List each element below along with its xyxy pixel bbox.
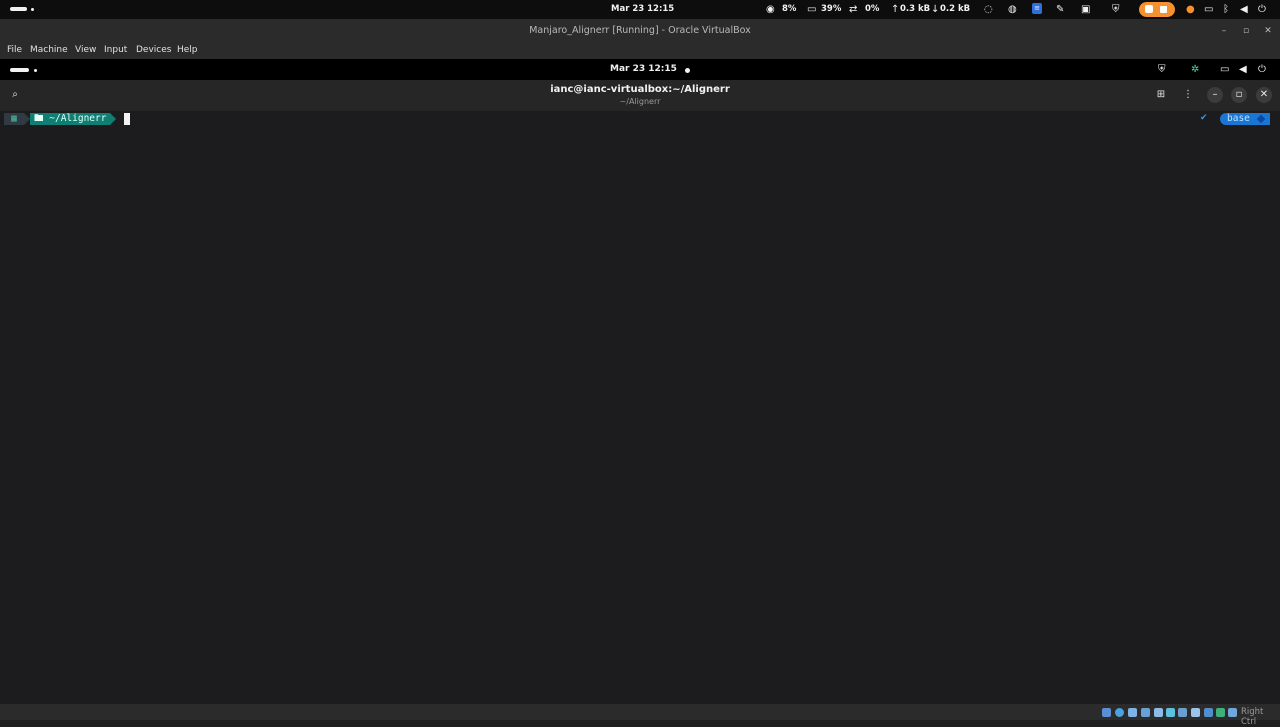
shield-icon[interactable]: ⛨ (1112, 4, 1120, 15)
term-minimize-icon[interactable]: – (1207, 87, 1223, 103)
keyboard-icon[interactable] (1228, 708, 1237, 717)
mouse-integration-icon[interactable] (1216, 708, 1225, 717)
arrow-up-icon: ↑ (891, 4, 900, 15)
minimize-button[interactable]: – (1217, 24, 1231, 38)
monitor-icon: ▭ (807, 4, 817, 15)
menu-kebab-icon[interactable]: ⋮ (1180, 87, 1196, 103)
vbox-status-bar: Right Ctrl (0, 704, 1280, 727)
activities-indicator[interactable] (10, 7, 27, 11)
usb-icon[interactable] (1154, 708, 1163, 717)
conda-env-name: base (1227, 113, 1250, 124)
window-title: Manjaro_Alignerr [Running] - Oracle Virt… (529, 25, 751, 36)
net-download: 0.2 kB (940, 4, 971, 14)
menu-input[interactable]: Input (104, 45, 127, 55)
audio-icon[interactable] (1128, 708, 1137, 717)
guest-display-icon[interactable]: ▭ (1220, 64, 1229, 75)
terminal-headerbar: ⌕ ianc@ianc-virtualbox:~/Alignerr ~/Alig… (0, 80, 1280, 111)
close-button[interactable]: ✕ (1261, 24, 1275, 38)
guest-activities-indicator[interactable] (10, 68, 29, 72)
volume-icon[interactable]: ◀ (1240, 4, 1248, 15)
clipboard-icon[interactable]: ▣ (1081, 4, 1090, 15)
guest-shield-icon[interactable]: ⛨ (1158, 64, 1166, 75)
vbox-title-bar: Manjaro_Alignerr [Running] - Oracle Virt… (0, 19, 1280, 43)
guest-clock[interactable]: Mar 23 12:15 (610, 64, 677, 74)
notes-icon[interactable]: ≡ (1032, 3, 1042, 14)
notification-dot (685, 68, 690, 73)
swap-usage: 0% (865, 4, 880, 14)
network-icon[interactable] (1141, 708, 1150, 717)
new-tab-icon[interactable]: ⊞ (1153, 87, 1169, 103)
microphone-icon[interactable]: ● (1186, 4, 1195, 15)
pen-icon[interactable]: ✎ (1056, 4, 1064, 15)
status-check-icon: ✔ (1200, 113, 1208, 123)
python-icon (1256, 114, 1266, 124)
menu-help[interactable]: Help (177, 45, 198, 55)
prompt-os-segment: ▦ (4, 113, 24, 125)
folder-icon: 🖿 (34, 113, 44, 124)
prompt-directory: ~/Alignerr (49, 113, 107, 124)
host-key-label: Right Ctrl (1241, 707, 1264, 727)
shared-folders-icon[interactable] (1166, 708, 1175, 717)
guest-extension-icon[interactable]: ✲ (1191, 64, 1199, 75)
prompt-dir-segment: 🖿 ~/Alignerr (30, 113, 110, 125)
terminal-cursor (124, 113, 130, 125)
cpu-status-icon[interactable] (1204, 708, 1213, 717)
discord-icon[interactable]: ◍ (1008, 4, 1017, 15)
power-icon[interactable]: ⏻ (1258, 4, 1266, 15)
recording-status-icon[interactable] (1191, 708, 1200, 717)
net-upload: 0.3 kB (900, 4, 931, 14)
arrow-down-icon: ↓ (931, 4, 940, 15)
menu-view[interactable]: View (75, 45, 96, 55)
prompt-separator (110, 113, 116, 125)
terminal-body[interactable]: ▦ 🖿 ~/Alignerr ✔ base (0, 111, 1280, 704)
guest-top-bar: Mar 23 12:15 ⛨ ✲ ▭ ◀ ⏻ (0, 59, 1280, 80)
term-close-icon[interactable]: ✕ (1256, 87, 1272, 103)
bluetooth-icon[interactable]: ᛒ (1223, 4, 1229, 15)
workspace-dot[interactable] (31, 8, 34, 11)
menu-machine[interactable]: Machine (30, 45, 68, 55)
memory-usage: 39% (821, 4, 842, 14)
swap-icon: ⇄ (849, 4, 858, 15)
hard-disk-icon[interactable] (1102, 708, 1111, 717)
menu-devices[interactable]: Devices (136, 45, 171, 55)
conda-env-segment: base (1220, 113, 1270, 125)
screen-record-icon[interactable] (1139, 2, 1175, 17)
guest-volume-icon[interactable]: ◀ (1239, 64, 1247, 75)
guest-power-icon[interactable]: ⏻ (1258, 64, 1266, 75)
terminal-subtitle: ~/Alignerr (619, 97, 661, 106)
cpu-usage: 8% (782, 4, 797, 14)
optical-drive-icon[interactable] (1115, 708, 1124, 717)
menu-file[interactable]: File (7, 45, 22, 55)
term-maximize-icon[interactable]: ▫ (1231, 87, 1247, 103)
host-clock[interactable]: Mar 23 12:15 (611, 4, 674, 15)
globe-icon: ◉ (766, 4, 775, 15)
display-icon[interactable]: ▭ (1204, 4, 1213, 15)
maximize-button[interactable]: ▫ (1239, 24, 1253, 38)
host-top-bar: Mar 23 12:15 ◉ 8% ▭ 39% ⇄ 0% ↑ 0.3 kB ↓ … (0, 0, 1280, 19)
obs-icon[interactable]: ◌ (984, 4, 993, 15)
vbox-menubar: File Machine View Input Devices Help (0, 43, 1280, 59)
display-status-icon[interactable] (1178, 708, 1187, 717)
guest-workspace-dot[interactable] (34, 69, 37, 72)
terminal-title: ianc@ianc-virtualbox:~/Alignerr (550, 84, 730, 95)
